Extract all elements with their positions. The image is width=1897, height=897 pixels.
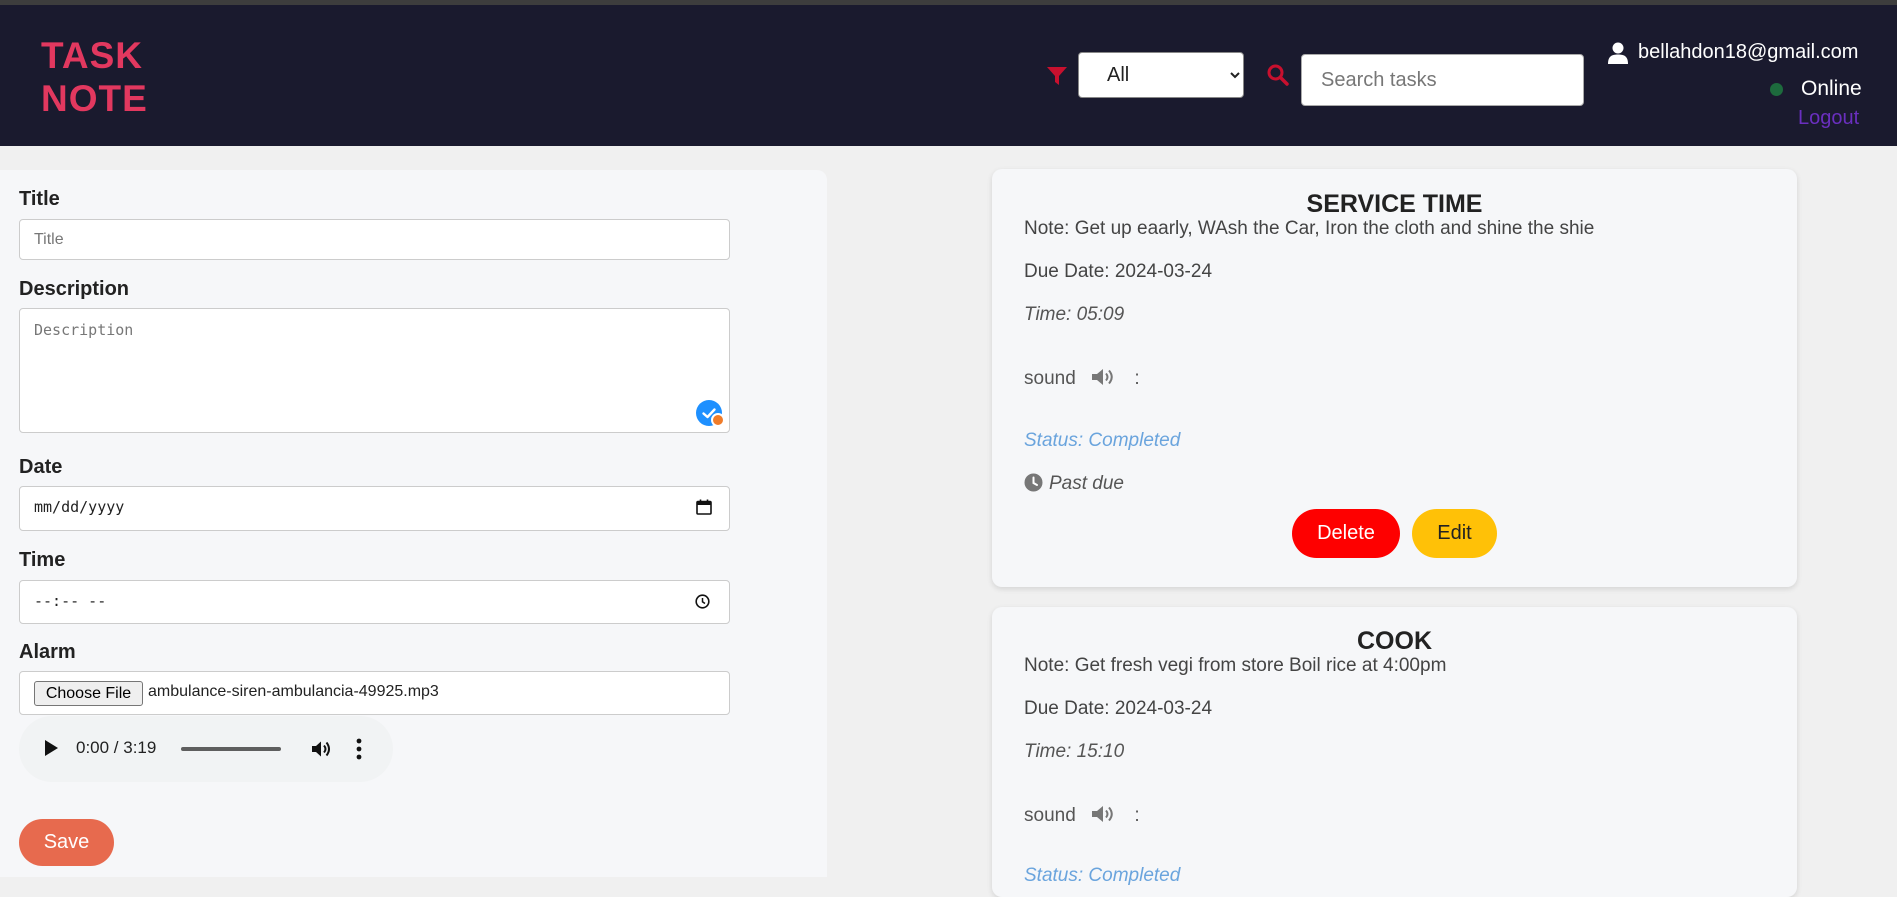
alarm-label: Alarm <box>19 641 76 663</box>
sound-label: sound <box>1024 368 1076 389</box>
logo-line-1: TASK <box>41 35 143 76</box>
play-icon[interactable] <box>45 740 58 756</box>
time-label: Time <box>19 549 66 571</box>
date-input[interactable]: mm/dd/yyyy <box>19 486 730 531</box>
task-card: COOK Note: Get fresh vegi from store Boi… <box>992 607 1797 897</box>
time-input[interactable]: --:-- -- <box>19 580 730 624</box>
user-icon <box>1608 42 1628 64</box>
task-due-date: Due Date: 2024-03-24 <box>1024 698 1213 719</box>
edit-button[interactable]: Edit <box>1412 509 1497 558</box>
alarm-file-name: ambulance-siren-ambulancia-49925.mp3 <box>148 683 439 700</box>
logout-link[interactable]: Logout <box>1798 107 1859 130</box>
alarm-file-field: Choose File ambulance-siren-ambulancia-4… <box>19 671 730 715</box>
clock-icon <box>1024 473 1043 492</box>
task-sound-row: sound : <box>1024 367 1140 390</box>
task-status: Status: Completed <box>1024 430 1181 451</box>
logo-line-2: NOTE <box>41 78 148 119</box>
past-due-label: Past due <box>1049 473 1124 494</box>
clock-icon[interactable] <box>695 594 710 609</box>
task-time: Time: 05:09 <box>1024 304 1125 325</box>
time-input-value: --:-- -- <box>34 592 107 610</box>
sound-suffix: : <box>1134 805 1140 826</box>
online-status-label: Online <box>1801 77 1862 100</box>
task-title: SERVICE TIME <box>1306 190 1483 218</box>
task-due-date: Due Date: 2024-03-24 <box>1024 261 1213 282</box>
date-input-value: mm/dd/yyyy <box>34 498 125 516</box>
task-note: Note: Get up eaarly, WAsh the Car, Iron … <box>1024 218 1595 239</box>
audio-progress-slider[interactable] <box>181 747 281 751</box>
choose-file-button[interactable]: Choose File <box>34 681 143 706</box>
speaker-icon[interactable] <box>1091 804 1117 824</box>
delete-button[interactable]: Delete <box>1292 509 1400 558</box>
online-status-dot <box>1770 83 1783 96</box>
task-title: COOK <box>1357 627 1432 655</box>
search-icon <box>1267 64 1289 86</box>
task-time: Time: 15:10 <box>1024 741 1125 762</box>
title-input[interactable] <box>20 220 729 259</box>
description-label: Description <box>19 278 130 300</box>
filter-icon <box>1047 67 1067 85</box>
sound-label: sound <box>1024 805 1076 826</box>
date-label: Date <box>19 456 63 478</box>
calendar-icon[interactable] <box>696 499 712 515</box>
title-label: Title <box>19 188 60 210</box>
task-sound-row: sound : <box>1024 804 1140 827</box>
task-past-due: Past due <box>1024 473 1124 495</box>
description-field <box>19 308 730 433</box>
title-field <box>19 219 730 260</box>
app-header: TASK NOTE All bellahdon18@gmail.com Onli… <box>0 5 1897 146</box>
save-button[interactable]: Save <box>19 819 114 866</box>
task-card: SERVICE TIME Note: Get up eaarly, WAsh t… <box>992 169 1797 587</box>
more-options-icon[interactable] <box>356 738 362 760</box>
description-textarea[interactable] <box>20 309 729 432</box>
audio-player: 0:00 / 3:19 <box>19 716 393 782</box>
sound-suffix: : <box>1134 368 1140 389</box>
user-email: bellahdon18@gmail.com <box>1638 41 1859 63</box>
audio-time: 0:00 / 3:19 <box>76 738 157 757</box>
search-input[interactable] <box>1301 54 1584 106</box>
volume-icon[interactable] <box>310 738 332 760</box>
speaker-icon[interactable] <box>1091 367 1117 387</box>
filter-select[interactable]: All <box>1078 52 1244 98</box>
task-note: Note: Get fresh vegi from store Boil ric… <box>1024 655 1447 676</box>
grammarly-badge-icon <box>711 413 725 427</box>
task-status: Status: Completed <box>1024 865 1181 886</box>
app-logo: TASK NOTE <box>41 34 148 120</box>
